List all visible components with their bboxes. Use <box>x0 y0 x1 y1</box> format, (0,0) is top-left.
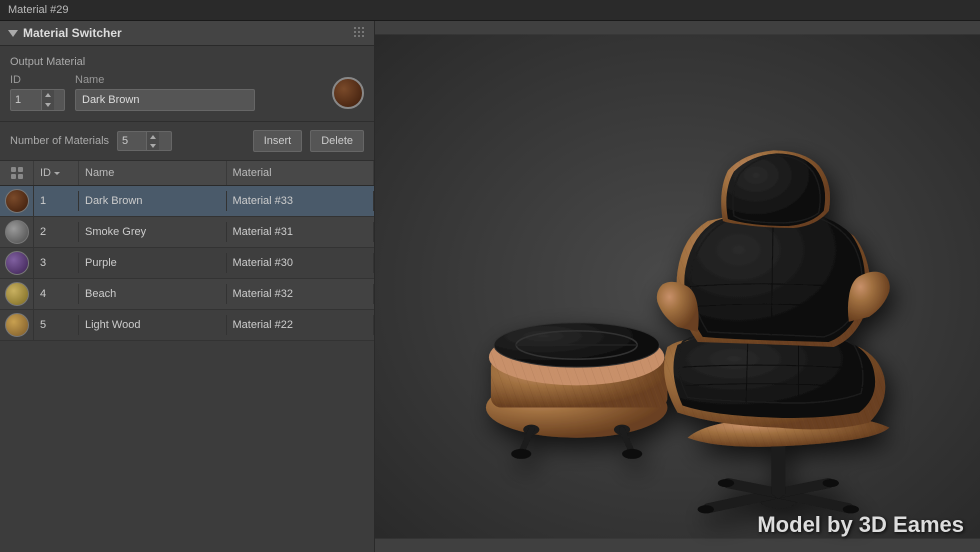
arrow-up-icon <box>45 93 51 97</box>
num-materials-input[interactable] <box>118 133 146 149</box>
row-id: 5 <box>34 315 79 335</box>
table-body: 1Dark BrownMaterial #332Smoke GreyMateri… <box>0 186 374 341</box>
chair-scene: Model by 3D Eames <box>375 21 980 552</box>
material-swatch <box>5 282 29 306</box>
id-sort-icon[interactable] <box>54 172 60 175</box>
table-row[interactable]: 1Dark BrownMaterial #33 <box>0 186 374 217</box>
name-input[interactable] <box>75 89 255 111</box>
panel-grip[interactable] <box>354 27 366 39</box>
material-swatch <box>5 189 29 213</box>
title-bar: Material #29 <box>0 0 980 21</box>
output-material-cols: ID <box>10 74 322 111</box>
table-row[interactable]: 3PurpleMaterial #30 <box>0 248 374 279</box>
arrow-down-icon <box>150 144 156 148</box>
id-spinner-arrows <box>41 90 54 110</box>
row-name: Light Wood <box>79 315 227 335</box>
row-material: Material #22 <box>227 315 375 335</box>
row-material: Material #31 <box>227 222 375 242</box>
row-swatch-cell <box>0 186 34 216</box>
row-name: Purple <box>79 253 227 273</box>
left-panel: Material Switcher Output Material ID <box>0 21 375 552</box>
name-label: Name <box>75 74 255 86</box>
material-table: ID Name Material 1Dark BrownMaterial #33… <box>0 161 374 552</box>
output-material-section: Output Material ID <box>0 46 374 122</box>
name-header: Name <box>79 161 227 185</box>
row-id: 4 <box>34 284 79 304</box>
insert-button[interactable]: Insert <box>253 130 303 152</box>
panel-header-left: Material Switcher <box>8 26 122 40</box>
delete-button[interactable]: Delete <box>310 130 364 152</box>
num-materials-spinner[interactable] <box>117 131 172 151</box>
row-swatch-cell <box>0 310 34 340</box>
swatch-header <box>0 161 34 185</box>
num-materials-row: Number of Materials Insert Delete <box>0 122 374 161</box>
grip-dot <box>354 35 356 37</box>
row-material: Material #32 <box>227 284 375 304</box>
right-panel: Model by 3D Eames <box>375 21 980 552</box>
material-swatch <box>5 251 29 275</box>
grip-dot <box>362 31 364 33</box>
id-field-group: ID <box>10 74 65 111</box>
sort-arrow-down-icon <box>54 172 60 175</box>
row-material: Material #33 <box>227 191 375 211</box>
name-header-label: Name <box>85 167 114 179</box>
grip-dot <box>358 27 360 29</box>
row-name: Smoke Grey <box>79 222 227 242</box>
num-arrow-up[interactable] <box>147 132 159 141</box>
material-swatch <box>5 220 29 244</box>
row-swatch-cell <box>0 248 34 278</box>
table-header: ID Name Material <box>0 161 374 186</box>
material-header-label: Material <box>233 167 272 179</box>
main-content: Material Switcher Output Material ID <box>0 21 980 552</box>
num-materials-label: Number of Materials <box>10 135 109 147</box>
row-name: Beach <box>79 284 227 304</box>
output-swatch[interactable] <box>332 77 364 109</box>
grip-dot <box>354 31 356 33</box>
arrow-down-icon <box>45 103 51 107</box>
watermark-text: Model by 3D Eames <box>757 512 964 538</box>
grip-dot <box>362 27 364 29</box>
arrow-up-icon <box>150 135 156 139</box>
grip-dot <box>358 31 360 33</box>
panel-title: Material Switcher <box>23 26 122 40</box>
table-row[interactable]: 2Smoke GreyMaterial #31 <box>0 217 374 248</box>
material-swatch <box>5 313 29 337</box>
grip-dot <box>358 35 360 37</box>
row-id: 1 <box>34 191 79 211</box>
table-row[interactable]: 5Light WoodMaterial #22 <box>0 310 374 341</box>
chair-svg <box>375 21 980 552</box>
collapse-icon[interactable] <box>8 30 18 37</box>
id-header: ID <box>34 161 79 185</box>
num-arrow-down[interactable] <box>147 141 159 150</box>
id-arrow-up[interactable] <box>42 90 54 100</box>
output-material-label: Output Material <box>10 56 364 68</box>
material-header: Material <box>227 161 375 185</box>
row-material: Material #30 <box>227 253 375 273</box>
num-spinner-arrows <box>146 132 159 150</box>
row-id: 2 <box>34 222 79 242</box>
grip-dot <box>354 27 356 29</box>
name-field-group: Name <box>75 74 255 111</box>
table-row[interactable]: 4BeachMaterial #32 <box>0 279 374 310</box>
id-header-label: ID <box>40 167 51 179</box>
id-spinner[interactable] <box>10 89 65 111</box>
id-label: ID <box>10 74 65 86</box>
row-swatch-cell <box>0 279 34 309</box>
swatch-header-icon <box>10 166 24 180</box>
row-swatch-cell <box>0 217 34 247</box>
grip-dot <box>362 35 364 37</box>
row-name: Dark Brown <box>79 191 227 211</box>
id-arrow-down[interactable] <box>42 100 54 110</box>
id-input[interactable] <box>11 92 41 108</box>
output-material-row: ID <box>10 74 364 111</box>
row-id: 3 <box>34 253 79 273</box>
panel-header: Material Switcher <box>0 21 374 46</box>
title-label: Material #29 <box>8 4 69 16</box>
